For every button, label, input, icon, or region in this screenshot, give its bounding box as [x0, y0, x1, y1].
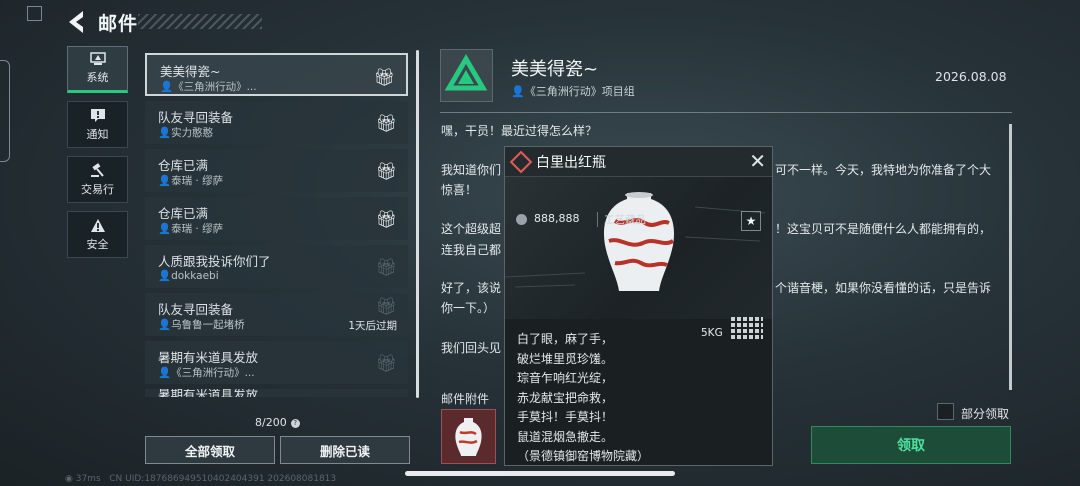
description-line: 赤龙献宝把命救，	[517, 390, 614, 405]
mail-date: 2026.08.08	[935, 69, 1007, 84]
item-description: 白了眼，麻了手， 破烂堆里觅珍馐。 琮音乍响红光绽， 赤龙献宝把命救， 手莫抖！…	[517, 330, 649, 467]
vase-icon	[455, 418, 482, 456]
rarity-icon	[509, 150, 533, 174]
page-title: 邮件	[98, 13, 139, 35]
mail-list-item[interactable]: 队友寻回装备 👤实力憨憨 🎁︎	[145, 101, 408, 144]
item-price: 888,888	[534, 212, 580, 225]
mail-title: 暑期有米道具发放	[158, 389, 259, 397]
mail-title: 暑期有米道具发放	[158, 350, 259, 365]
attachments-label: 邮件附件	[441, 392, 490, 406]
item-name: 白里出红瓶	[536, 155, 606, 171]
category-label: 交易行	[81, 182, 114, 196]
claim-button[interactable]: 领取	[811, 426, 1011, 464]
status-bar: ◉ 37ms CN UID:187686949510402404391 2026…	[65, 474, 337, 484]
mail-list-scrollbar[interactable]	[416, 50, 419, 398]
mail-sender: 👤泰瑞 · 缪萨	[158, 223, 224, 235]
mail-body-line: 可不一样。今天，我特地为你准备了个大	[775, 163, 992, 177]
mail-list-item[interactable]: 人质跟我投诉你们了 👤dokkaebi 🎁︎	[145, 245, 408, 288]
mail-body-line: 嘿，干员！最近过得怎么样？	[441, 124, 598, 138]
back-icon[interactable]	[66, 9, 90, 35]
item-tooltip: 白里出红瓶 ✕ 888,888 工艺藏品 ★ 5KG 白了眼，麻了手， 破烂堆里…	[504, 146, 773, 466]
mail-sender: 👤乌鲁鲁一起堵桥	[158, 319, 245, 331]
description-line: 琮音乍响红光绽，	[517, 371, 614, 385]
mail-list-item[interactable]: 暑期有米道具发放 👤《三角洲行动》... 🎁︎	[145, 341, 408, 384]
mail-body-line: 个谐音梗，如果你没看懂的话，只是告诉	[775, 281, 992, 295]
mail-title: 美美得瓷~	[160, 64, 221, 79]
description-line: 手莫抖！手莫抖！	[517, 410, 614, 424]
gift-opened-icon: 🎁︎	[375, 297, 397, 317]
warning-icon	[90, 218, 105, 232]
vase-image	[504, 192, 766, 291]
item-image: 888,888 工艺藏品 ★ 5KG	[504, 177, 772, 339]
favorite-star-icon[interactable]: ★	[741, 211, 761, 231]
category-tab-auction[interactable]: 交易行	[67, 156, 128, 203]
partial-claim-checkbox[interactable]	[937, 403, 954, 420]
gift-icon: 🎁︎	[375, 210, 397, 230]
mail-title: 人质跟我投诉你们了	[158, 254, 271, 269]
mail-list-item[interactable]: 仓库已满 👤泰瑞 · 缪萨 🎁︎	[145, 197, 408, 240]
description-line: 白了眼，麻了手，	[517, 332, 614, 346]
mail-list-item[interactable]: 美美得瓷~ 👤《三角洲行动》... 🎁︎	[145, 53, 408, 96]
mail-title: 仓库已满	[158, 206, 209, 221]
mail-body-line: ！这宝贝可不是随便什么人都能拥有的，	[775, 222, 992, 236]
sender-logo	[440, 49, 493, 102]
close-icon[interactable]: ✕	[749, 149, 766, 173]
mail-detail-sender: 👤《三角洲行动》项目组	[511, 85, 635, 98]
divider	[440, 112, 1012, 113]
gift-icon: 🎁︎	[375, 162, 397, 182]
mail-title: 队友寻回装备	[158, 110, 234, 125]
home-indicator[interactable]	[405, 471, 675, 476]
item-size-grid-icon	[731, 317, 763, 339]
mail-sender: 👤dokkaebi	[158, 270, 219, 282]
gift-opened-icon: 🎁︎	[375, 258, 397, 278]
category-tab-notice[interactable]: 通知	[67, 101, 128, 148]
expire-label: 1天后过期	[348, 320, 397, 332]
notice-icon	[90, 108, 105, 122]
delta-logo-icon	[444, 54, 488, 91]
description-line: 破烂堆里觅珍馐。	[517, 351, 614, 366]
category-label: 安全	[86, 237, 109, 251]
mail-sender: 👤《三角洲行动》...	[158, 367, 255, 379]
partial-claim-label: 部分领取	[961, 407, 1010, 421]
category-label: 通知	[86, 127, 109, 141]
mail-list-item[interactable]: 暑期有米道具发放	[145, 389, 408, 397]
auction-icon	[90, 162, 104, 177]
mail-count: 8/200?	[255, 416, 300, 429]
window-control[interactable]	[27, 6, 42, 21]
attachment-vase-item[interactable]	[441, 409, 496, 464]
title-decoration	[138, 14, 262, 29]
help-icon[interactable]: ?	[290, 418, 300, 428]
mail-sender: 👤《三角洲行动》...	[160, 81, 257, 93]
category-label: 系统	[86, 71, 109, 84]
mail-list-item[interactable]: 仓库已满 👤泰瑞 · 缪萨 🎁︎	[145, 149, 408, 192]
category-tab-system[interactable]: 系统	[67, 46, 128, 93]
gift-icon: 🎁︎	[375, 114, 397, 134]
side-drawer-handle[interactable]	[0, 60, 10, 162]
mail-sender: 👤泰瑞 · 缪萨	[158, 175, 224, 187]
mail-detail-title: 美美得瓷~	[511, 59, 599, 80]
item-category: 工艺藏品	[597, 212, 646, 227]
description-line: （景德镇御窑博物院藏）	[517, 449, 650, 463]
item-weight: 5KG	[701, 327, 723, 339]
gift-icon: 🎁︎	[373, 68, 395, 88]
category-tab-security[interactable]: 安全	[67, 211, 128, 258]
coin-icon	[516, 214, 527, 225]
claim-all-button[interactable]: 全部领取	[145, 436, 275, 464]
mail-body-scrollbar[interactable]	[1009, 124, 1012, 390]
mail-title: 仓库已满	[158, 158, 209, 173]
mail-title: 队友寻回装备	[158, 302, 234, 317]
mail-sender: 👤实力憨憨	[158, 127, 214, 139]
description-line: 鼠道混烟急撤走。	[517, 429, 614, 444]
mail-list-item[interactable]: 队友寻回装备 👤乌鲁鲁一起堵桥 🎁︎ 1天后过期	[145, 293, 408, 336]
delete-read-button[interactable]: 删除已读	[280, 436, 410, 464]
system-icon	[89, 52, 106, 65]
tooltip-header: 白里出红瓶 ✕	[505, 147, 772, 177]
gift-opened-icon: 🎁︎	[375, 354, 397, 374]
